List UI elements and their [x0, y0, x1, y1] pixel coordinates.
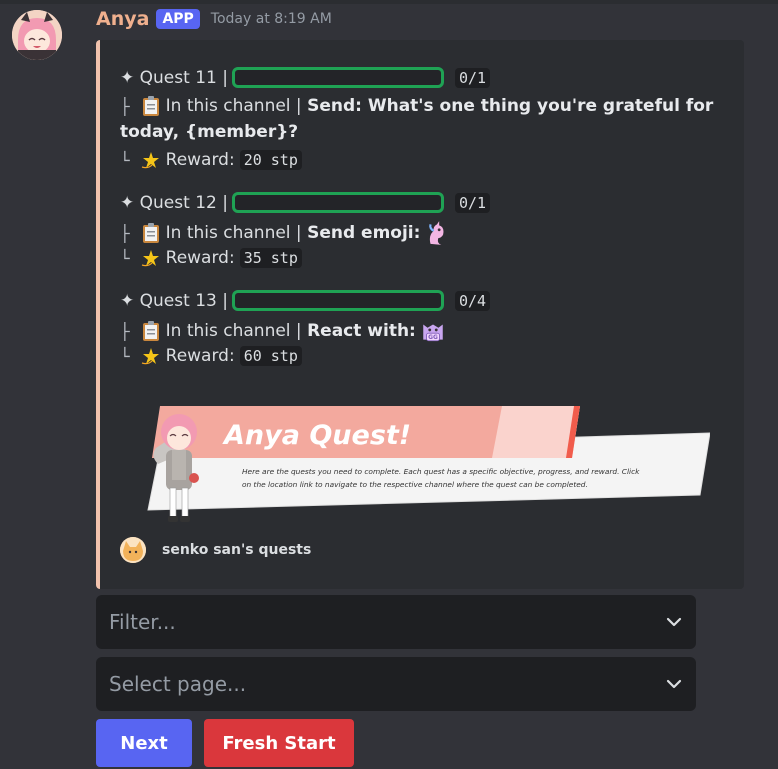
quest-title: ✦ Quest 12 |	[120, 192, 228, 213]
quest-progress-bar	[231, 67, 444, 88]
gg-cat-emoji-icon: GG	[423, 324, 443, 342]
svg-text:GG: GG	[428, 334, 438, 341]
quest-progress-bar	[231, 192, 444, 213]
dizzy-star-icon	[141, 250, 159, 267]
quest-location[interactable]: In this channel |	[166, 96, 302, 116]
tree-branch: ├	[120, 223, 130, 243]
quest-11-task-continued: today, {member}?	[120, 122, 298, 142]
quest-11-title-line: ✦ Quest 11 | 0/1	[120, 67, 491, 88]
quest-reward: 20 stp	[239, 150, 302, 170]
footer-avatar-icon	[120, 537, 146, 563]
quest-13-reward-line: └ Reward: 60 stp	[120, 345, 302, 367]
tree-branch-end: └	[120, 150, 130, 170]
dizzy-star-icon	[141, 348, 159, 365]
quest-12-reward-line: └ Reward: 35 stp	[120, 247, 302, 269]
next-button[interactable]: Next	[96, 719, 192, 767]
dizzy-star-icon	[141, 152, 159, 169]
banner-description-2: on the location link to navigate to the …	[242, 480, 588, 489]
message-header: Anya APP Today at 8:19 AM	[96, 6, 332, 32]
anya-quest-banner[interactable]: Anya Quest! Here are the quests you need…	[144, 400, 710, 528]
reward-label: Reward:	[165, 248, 235, 268]
embed-footer: senko san's quests	[120, 536, 311, 564]
tree-branch: ├	[120, 321, 130, 341]
page-placeholder: Select page...	[109, 672, 247, 696]
quest-13-task-line: ├ In this channel | React with: GG	[120, 318, 450, 344]
clipboard-icon	[142, 96, 159, 116]
quest-location[interactable]: In this channel |	[166, 223, 302, 243]
fresh-start-button[interactable]: Fresh Start	[204, 719, 354, 767]
banner-title: Anya Quest!	[222, 420, 411, 451]
chevron-down-icon	[666, 679, 682, 689]
app-badge: APP	[156, 9, 200, 29]
author-name[interactable]: Anya	[96, 8, 149, 30]
quest-reward: 35 stp	[239, 248, 302, 268]
embed-accent-bar	[96, 40, 100, 589]
quest-11-task-line: ├ In this channel | Send: What's one thi…	[120, 95, 713, 117]
unicorn-emoji-icon	[429, 221, 444, 245]
quest-title: ✦ Quest 13 |	[120, 290, 228, 311]
tree-branch-end: └	[120, 346, 130, 366]
quest-progress-text: 0/4	[454, 290, 491, 311]
tree-branch-end: └	[120, 248, 130, 268]
chevron-down-icon	[666, 617, 682, 627]
quest-progress-text: 0/1	[454, 192, 491, 213]
quest-embed: ✦ Quest 11 | 0/1 ├ In this channel | Sen…	[96, 40, 744, 589]
author-avatar[interactable]	[12, 10, 62, 60]
quest-progress-text: 0/1	[454, 67, 491, 88]
quest-task: Send emoji:	[307, 223, 421, 243]
quest-title: ✦ Quest 11 |	[120, 67, 228, 88]
quest-task: React with:	[307, 321, 416, 341]
reward-label: Reward:	[165, 150, 235, 170]
footer-text: senko san's quests	[162, 542, 312, 558]
quest-13-title-line: ✦ Quest 13 | 0/4	[120, 290, 491, 311]
quest-12-task-line: ├ In this channel | Send emoji:	[120, 220, 454, 246]
tree-branch: ├	[120, 96, 130, 116]
banner-description-1: Here are the quests you need to complete…	[242, 467, 640, 476]
quest-progress-bar	[231, 290, 444, 311]
quest-task: Send: What's one thing you're grateful f…	[307, 96, 714, 116]
page-select[interactable]: Select page...	[96, 657, 696, 711]
quest-reward: 60 stp	[239, 346, 302, 366]
top-divider	[0, 0, 778, 4]
clipboard-icon	[142, 223, 159, 243]
quest-11-reward-line: └ Reward: 20 stp	[120, 149, 302, 171]
quest-task-continued: today, {member}?	[120, 122, 299, 142]
filter-select[interactable]: Filter...	[96, 595, 696, 649]
reward-label: Reward:	[165, 346, 235, 366]
quest-location[interactable]: In this channel |	[166, 321, 302, 341]
message-timestamp[interactable]: Today at 8:19 AM	[211, 11, 332, 27]
quest-12-title-line: ✦ Quest 12 | 0/1	[120, 192, 491, 213]
avatar-image	[12, 10, 62, 60]
clipboard-icon	[142, 321, 159, 341]
filter-placeholder: Filter...	[109, 610, 176, 634]
